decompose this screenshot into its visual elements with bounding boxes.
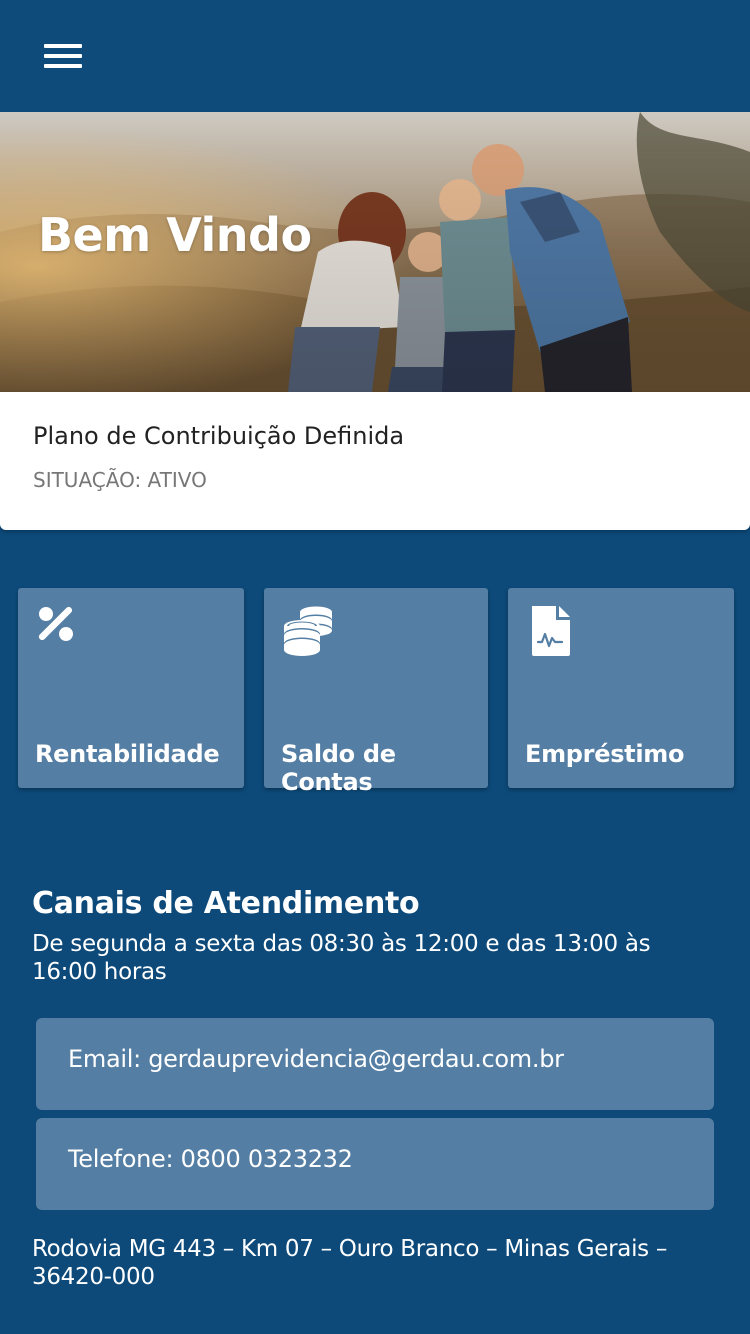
address-text: Rodovia MG 443 – Km 07 – Ouro Branco – M… [32,1236,668,1290]
tile-label: Empréstimo [525,740,685,768]
phone-text: Telefone: 0800 0323232 [68,1145,353,1173]
coins-icon [284,606,332,656]
saldo-de-contas-tile[interactable]: Saldo de Contas [264,588,488,796]
rentabilidade-tile[interactable]: Rentabilidade [18,588,244,788]
tile-label: Rentabilidade [35,740,220,768]
document-signature-icon [532,606,570,656]
emprestimo-tile[interactable]: Empréstimo [508,588,734,788]
email-contact[interactable]: Email: gerdauprevidencia@gerdau.com.br [36,1018,714,1110]
welcome-title: Bem Vindo [38,208,312,262]
contact-section-title: Canais de Atendimento [32,886,420,921]
percent-icon [38,606,73,641]
email-text: Email: gerdauprevidencia@gerdau.com.br [68,1045,564,1073]
phone-contact[interactable]: Telefone: 0800 0323232 [36,1118,714,1210]
plan-status: SITUAÇÃO: ATIVO [33,468,207,492]
hero-banner: Bem Vindo [0,112,750,392]
tile-label: Saldo de Contas [281,740,396,796]
service-hours: De segunda a sexta das 08:30 às 12:00 e … [32,931,651,985]
plan-card[interactable]: Plano de Contribuição Definida SITUAÇÃO:… [0,392,750,530]
plan-name: Plano de Contribuição Definida [33,422,405,450]
top-app-bar [0,0,750,112]
app-screen: Bem Vindo Plano de Contribuição Definida… [0,0,750,1334]
hamburger-menu-icon[interactable] [44,42,84,70]
